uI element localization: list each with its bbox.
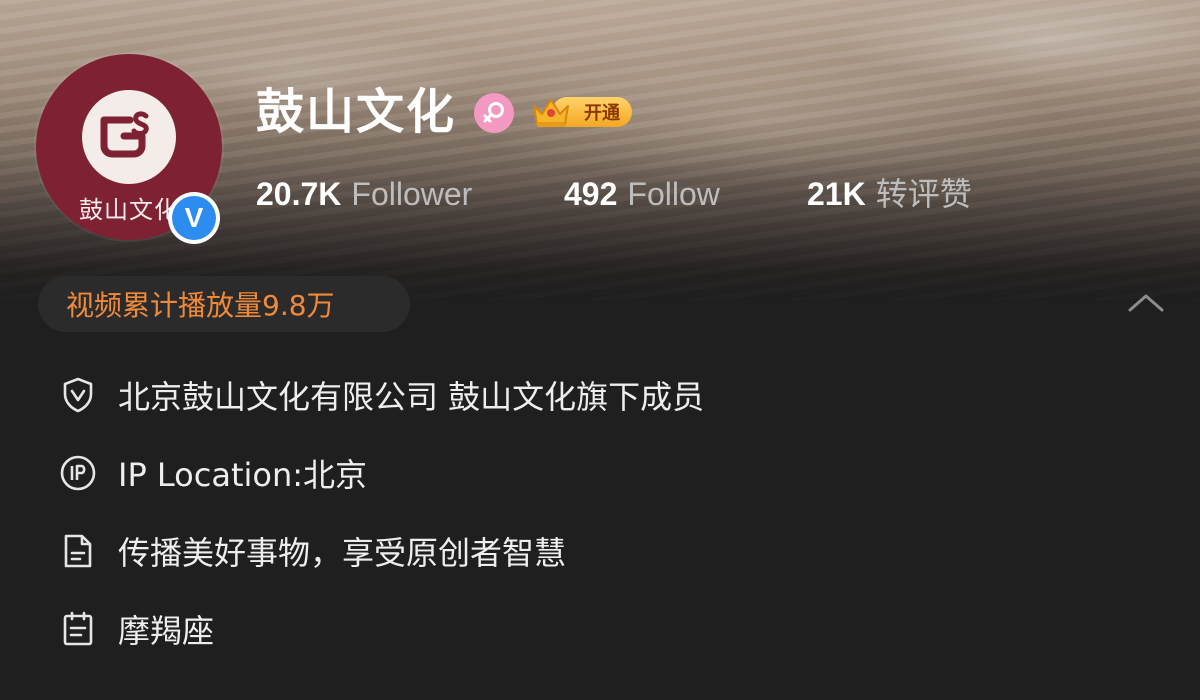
profile-name: 鼓山文化 — [256, 84, 457, 140]
stat-label: Follower — [351, 176, 473, 212]
play-count-text: 视频累计播放量9.8万 — [66, 289, 335, 322]
stat-follow[interactable]: 492 Follow — [564, 172, 720, 216]
info-row-zodiac: 摩羯座 — [58, 590, 1158, 668]
crown-icon — [533, 99, 569, 127]
stat-label: Follow — [627, 176, 720, 212]
profile-info-list: 北京鼓山文化有限公司 鼓山文化旗下成员 IP Location:北京 传播美好事… — [58, 356, 1158, 668]
stat-reposts-comments-likes[interactable]: 21K 转评赞 — [807, 172, 972, 216]
calendar-list-icon — [63, 611, 93, 646]
verify-mark: V — [172, 196, 216, 240]
chevron-up-icon[interactable] — [1124, 288, 1168, 318]
ip-icon — [60, 455, 96, 491]
blue-verified-icon[interactable]: V — [168, 192, 220, 244]
info-text: 传播美好事物，享受原创者智慧 — [118, 534, 567, 572]
vip-open-button[interactable]: 开通 — [530, 94, 634, 130]
stat-value: 21K — [807, 176, 866, 212]
document-icon — [64, 534, 92, 568]
info-text: 摩羯座 — [118, 612, 215, 650]
info-row-bio: 传播美好事物，享受原创者智慧 — [58, 512, 1158, 590]
female-icon — [474, 93, 514, 133]
brand-logo — [82, 90, 176, 184]
stat-value: 492 — [564, 176, 618, 212]
info-text: IP Location:北京 — [118, 456, 368, 494]
info-text: 北京鼓山文化有限公司 鼓山文化旗下成员 — [118, 378, 705, 416]
stat-label: 转评赞 — [875, 176, 972, 212]
info-row-verification: 北京鼓山文化有限公司 鼓山文化旗下成员 — [58, 356, 1158, 434]
info-row-ip-location: IP Location:北京 — [58, 434, 1158, 512]
stat-value: 20.7K — [256, 176, 342, 212]
shield-check-icon — [63, 377, 93, 413]
video-play-count-badge[interactable]: 视频累计播放量9.8万 — [38, 276, 410, 332]
stat-follower[interactable]: 20.7K Follower — [256, 172, 472, 216]
